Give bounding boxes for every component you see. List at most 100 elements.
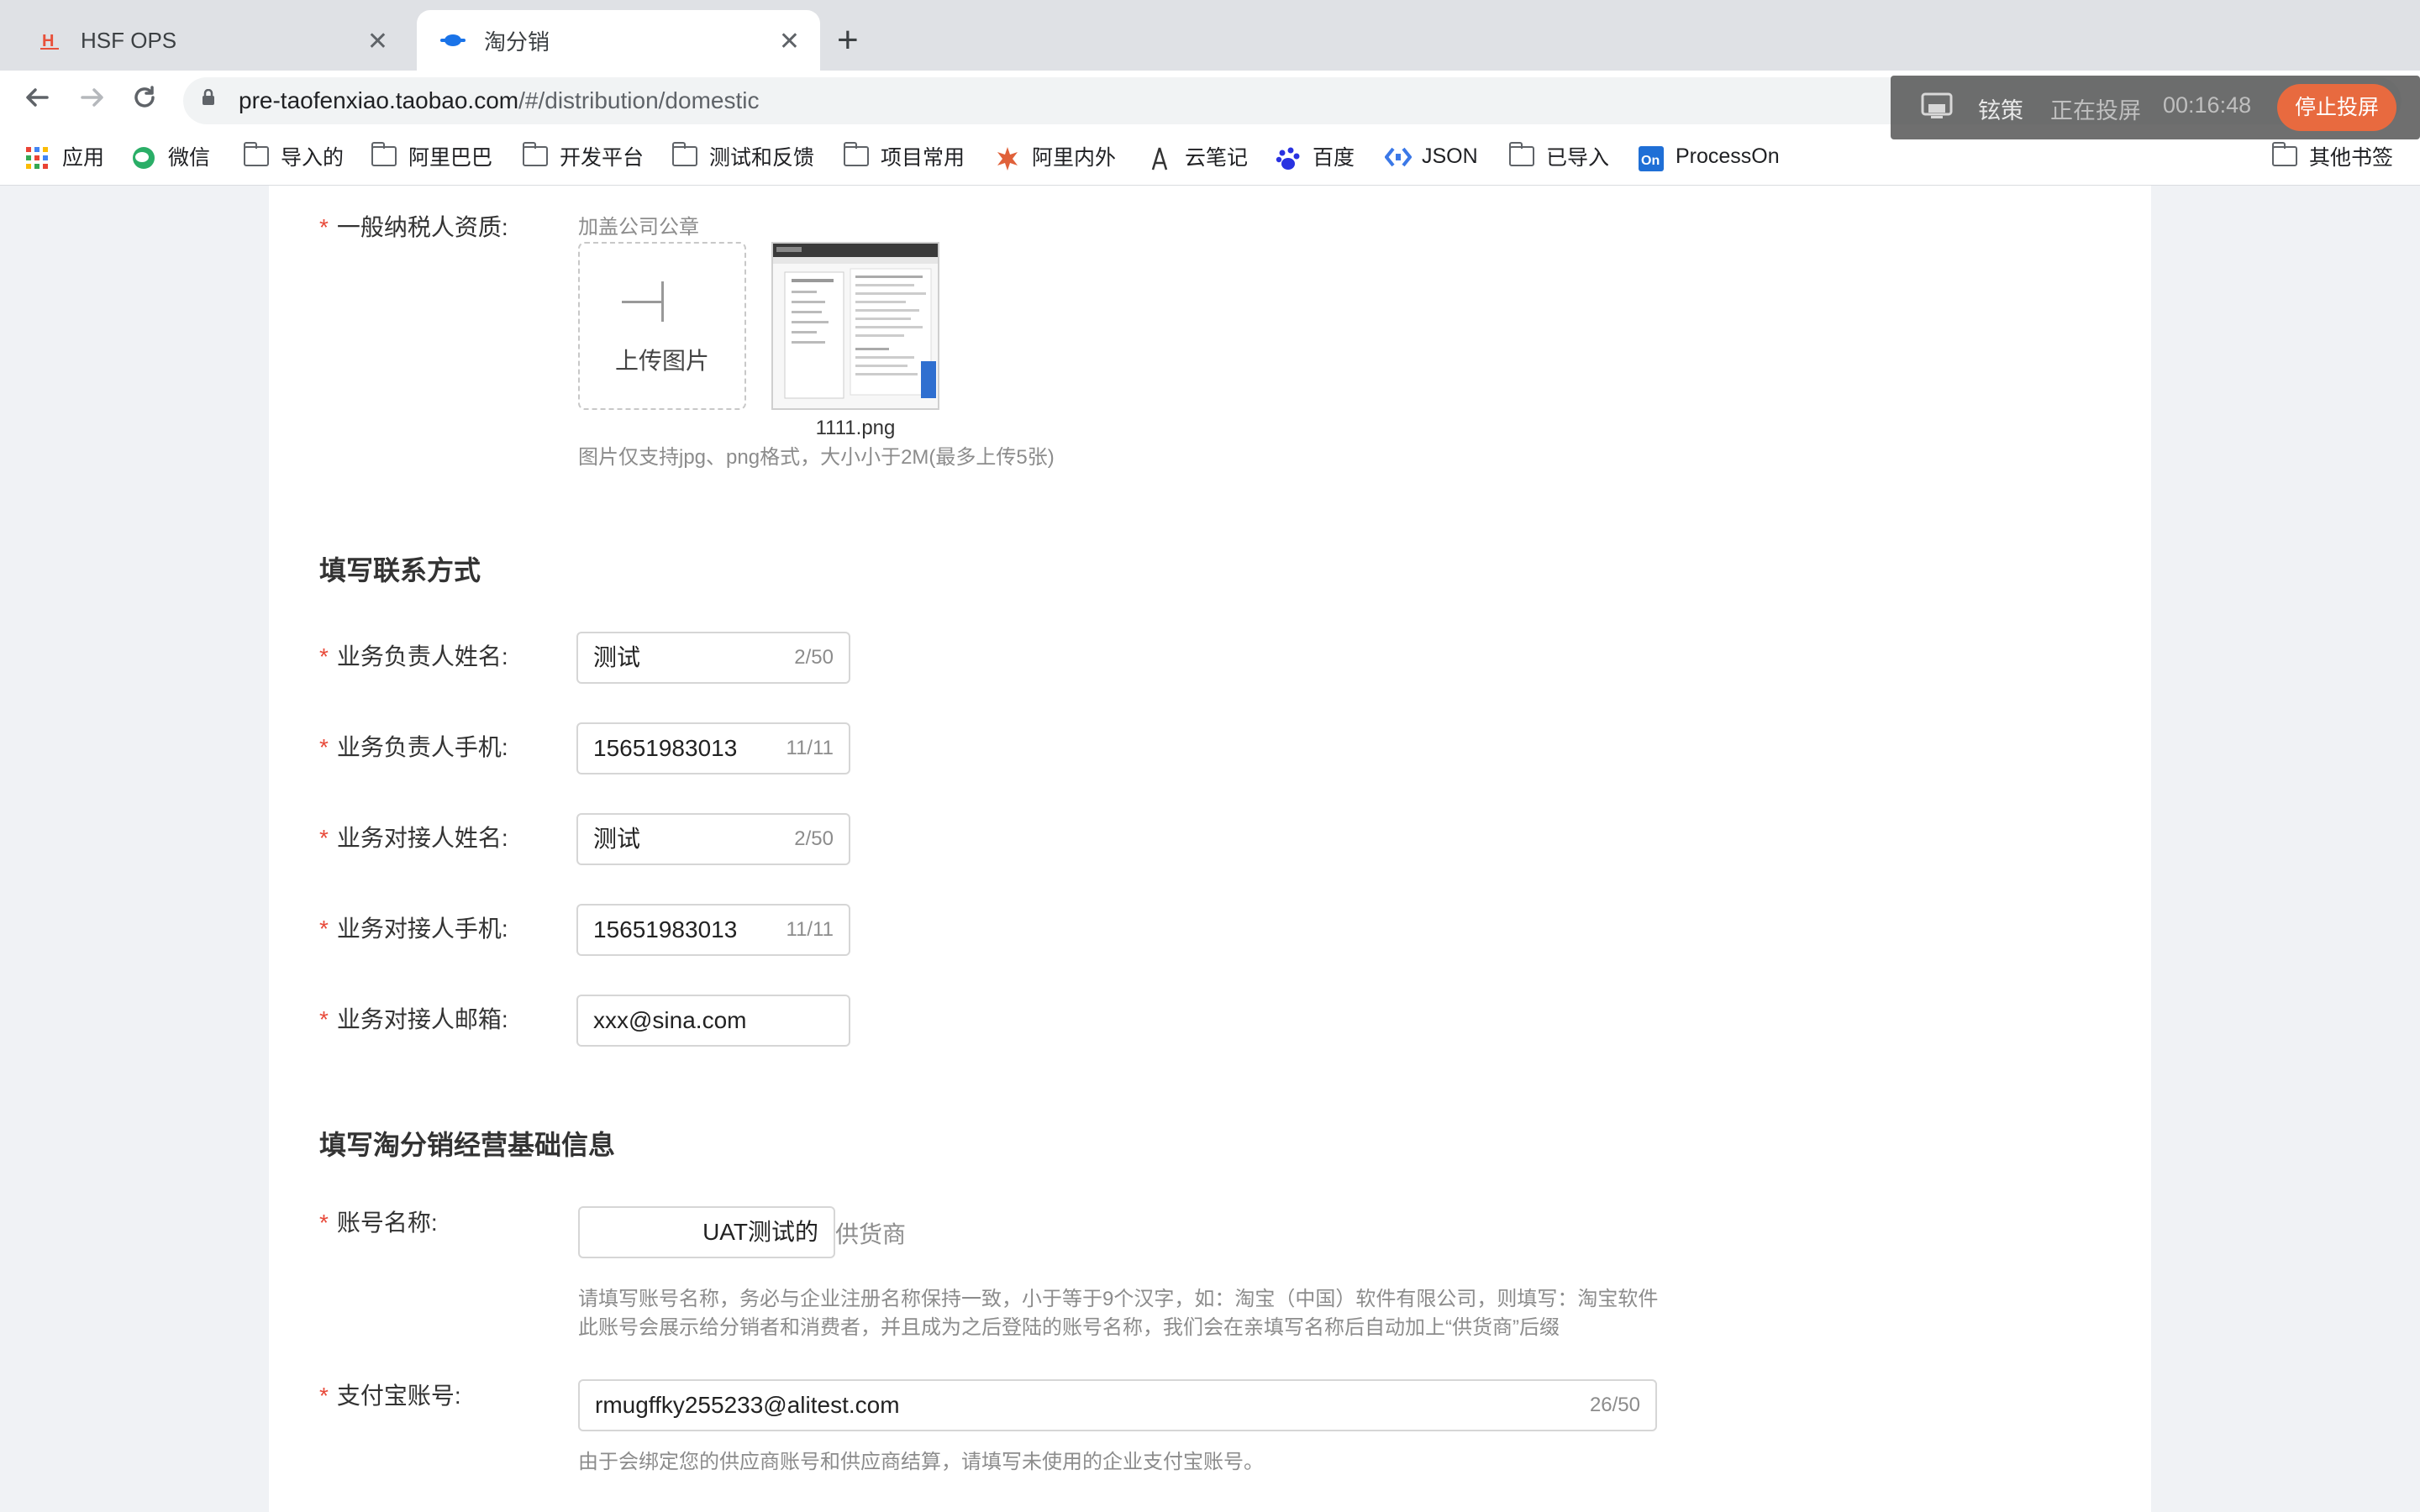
required-mark: * bbox=[319, 734, 329, 760]
close-tab-icon[interactable]: ✕ bbox=[779, 27, 800, 56]
new-tab-icon[interactable]: + bbox=[837, 18, 859, 62]
folder-icon bbox=[844, 142, 869, 166]
field-label: * 业务负责人手机: bbox=[319, 731, 508, 764]
bookmark-processon[interactable]: On ProcessOn bbox=[1639, 139, 1780, 173]
bookmark-label: 应用 bbox=[62, 146, 105, 170]
required-mark: * bbox=[319, 1210, 329, 1236]
upload-image-button[interactable] bbox=[578, 242, 746, 410]
close-tab-icon[interactable]: ✕ bbox=[367, 27, 388, 56]
account-name-input[interactable]: UAT测试的 bbox=[578, 1206, 835, 1258]
alibaba-icon bbox=[995, 146, 1020, 171]
folder-icon bbox=[1509, 142, 1534, 166]
account-name-hint-2: 此账号会展示给分销者和消费者，并且成为之后登陆的账号名称，我们会在亲填写名称后自… bbox=[578, 1316, 1560, 1339]
account-name-label: * 账号名称: bbox=[319, 1206, 438, 1240]
contact-person-name-input[interactable]: 测试 2/50 bbox=[576, 813, 850, 865]
bookmark-label: ProcessOn bbox=[1676, 144, 1780, 168]
url-text[interactable]: pre-taofenxiao.taobao.com/#/distribution… bbox=[239, 86, 759, 116]
bookmark-alibaba[interactable]: 阿里巴巴 bbox=[371, 139, 492, 173]
bookmark-label: 云笔记 bbox=[1185, 146, 1249, 170]
input-value: rmugffky255233@alitest.com bbox=[595, 1392, 900, 1418]
company-seal-note: 加盖公司公章 bbox=[578, 216, 699, 239]
tab-taofenxiao[interactable]: 淘分销 ✕ bbox=[417, 10, 820, 71]
account-name-hint-1: 请填写账号名称，务必与企业注册名称保持一致，小于等于9个汉字，如：淘宝（中国）软… bbox=[578, 1288, 1659, 1310]
bookmark-label: 其他书签 bbox=[2309, 146, 2394, 170]
folder-icon bbox=[2272, 142, 2297, 166]
alipay-account-label: * 支付宝账号: bbox=[319, 1379, 461, 1413]
account-name-suffix: 供货商 bbox=[835, 1221, 907, 1247]
field-label: * 业务负责人姓名: bbox=[319, 640, 508, 674]
bookmark-apps[interactable]: 应用 bbox=[25, 139, 104, 173]
bookmark-json[interactable]: JSON bbox=[1384, 139, 1478, 173]
char-count: 11/11 bbox=[786, 918, 834, 941]
url-path: /#/distribution/domestic bbox=[518, 87, 760, 113]
field-label-text: 账号名称: bbox=[336, 1210, 438, 1236]
tab-title: 淘分销 bbox=[484, 29, 550, 55]
tab-title: HSF OPS bbox=[81, 27, 177, 53]
wechat-icon bbox=[131, 146, 156, 169]
bookmark-label: 测试和反馈 bbox=[709, 146, 815, 170]
char-count: 26/50 bbox=[1589, 1394, 1640, 1416]
bookmark-already-imported[interactable]: 已导入 bbox=[1509, 139, 1609, 173]
field-label-text: 支付宝账号: bbox=[336, 1383, 461, 1409]
stop-share-button[interactable]: 停止投屏 bbox=[2277, 84, 2396, 131]
required-mark: * bbox=[319, 643, 329, 669]
bookmark-label: 阿里巴巴 bbox=[408, 146, 493, 170]
svg-text:H: H bbox=[42, 32, 54, 50]
back-icon[interactable] bbox=[20, 81, 54, 124]
bookmark-label: 已导入 bbox=[1546, 146, 1610, 170]
share-status: 正在投屏 bbox=[2050, 98, 2141, 123]
char-count: 2/50 bbox=[794, 827, 834, 850]
plus-icon bbox=[622, 301, 662, 303]
svg-text:On: On bbox=[1641, 154, 1660, 168]
bookmark-label: 微信 bbox=[168, 146, 211, 170]
field-label: * 业务对接人邮箱: bbox=[319, 1003, 508, 1037]
share-user-name: 铉策 bbox=[1978, 98, 2023, 123]
contact-person-email-input[interactable]: xxx@sina.com bbox=[576, 995, 850, 1047]
bookmark-label: 项目常用 bbox=[881, 146, 965, 170]
taofenxiao-favicon-icon bbox=[440, 28, 466, 53]
json-icon bbox=[1384, 146, 1413, 167]
bookmark-test-feedback[interactable]: 测试和反馈 bbox=[672, 139, 814, 173]
folder-icon bbox=[672, 142, 697, 166]
lock-icon[interactable] bbox=[202, 88, 215, 106]
field-label: * 业务对接人姓名: bbox=[319, 822, 508, 855]
required-mark: * bbox=[319, 825, 329, 851]
tab-hsf-ops[interactable]: H HSF OPS ✕ bbox=[13, 10, 408, 71]
input-value: UAT测试的 bbox=[702, 1219, 818, 1245]
bookmark-wechat[interactable]: 微信 bbox=[131, 139, 210, 173]
field-label-text: 业务负责人手机: bbox=[336, 734, 508, 760]
alipay-account-input[interactable]: rmugffky255233@alitest.com 26/50 bbox=[578, 1379, 1657, 1431]
field-label-text: 业务对接人姓名: bbox=[336, 825, 508, 851]
bookmark-imported[interactable]: 导入的 bbox=[244, 139, 344, 173]
reload-icon[interactable] bbox=[128, 81, 161, 124]
uploaded-image-thumbnail[interactable] bbox=[771, 242, 939, 410]
forward-icon[interactable] bbox=[76, 81, 109, 124]
business-owner-name-input[interactable]: 测试 2/50 bbox=[576, 632, 850, 684]
required-mark: * bbox=[319, 214, 329, 240]
bookmark-other[interactable]: 其他书签 bbox=[2272, 139, 2393, 173]
share-timer: 00:16:48 bbox=[2163, 92, 2252, 118]
bookmark-label: 阿里内外 bbox=[1032, 146, 1117, 170]
contact-person-phone-input[interactable]: 15651983013 11/11 bbox=[576, 904, 850, 956]
input-value: 测试 bbox=[593, 644, 641, 670]
bookmark-ali-inside-out[interactable]: 阿里内外 bbox=[995, 139, 1116, 173]
field-label: * 业务对接人手机: bbox=[319, 912, 508, 946]
field-label-text: 业务对接人邮箱: bbox=[336, 1006, 508, 1032]
bookmark-label: JSON bbox=[1422, 144, 1478, 168]
bookmark-cloud-note[interactable]: 云笔记 bbox=[1148, 139, 1248, 173]
url-host: pre-taofenxiao.taobao.com bbox=[239, 87, 519, 113]
taxpayer-label: * 一般纳税人资质: bbox=[319, 211, 508, 244]
folder-icon bbox=[371, 142, 397, 166]
bookmark-dev-platform[interactable]: 开发平台 bbox=[523, 139, 644, 173]
processon-icon: On bbox=[1639, 146, 1664, 171]
field-label-text: 业务负责人姓名: bbox=[336, 643, 508, 669]
bookmark-project[interactable]: 项目常用 bbox=[844, 139, 965, 173]
bookmark-baidu[interactable]: 百度 bbox=[1276, 139, 1355, 173]
bookmark-label: 开发平台 bbox=[560, 146, 644, 170]
business-owner-phone-input[interactable]: 15651983013 11/11 bbox=[576, 722, 850, 774]
contact-section-title: 填写联系方式 bbox=[319, 555, 481, 585]
folder-icon bbox=[244, 142, 269, 166]
char-count: 11/11 bbox=[786, 737, 834, 759]
field-label-text: 业务对接人手机: bbox=[336, 916, 508, 942]
input-value: 测试 bbox=[593, 826, 641, 852]
